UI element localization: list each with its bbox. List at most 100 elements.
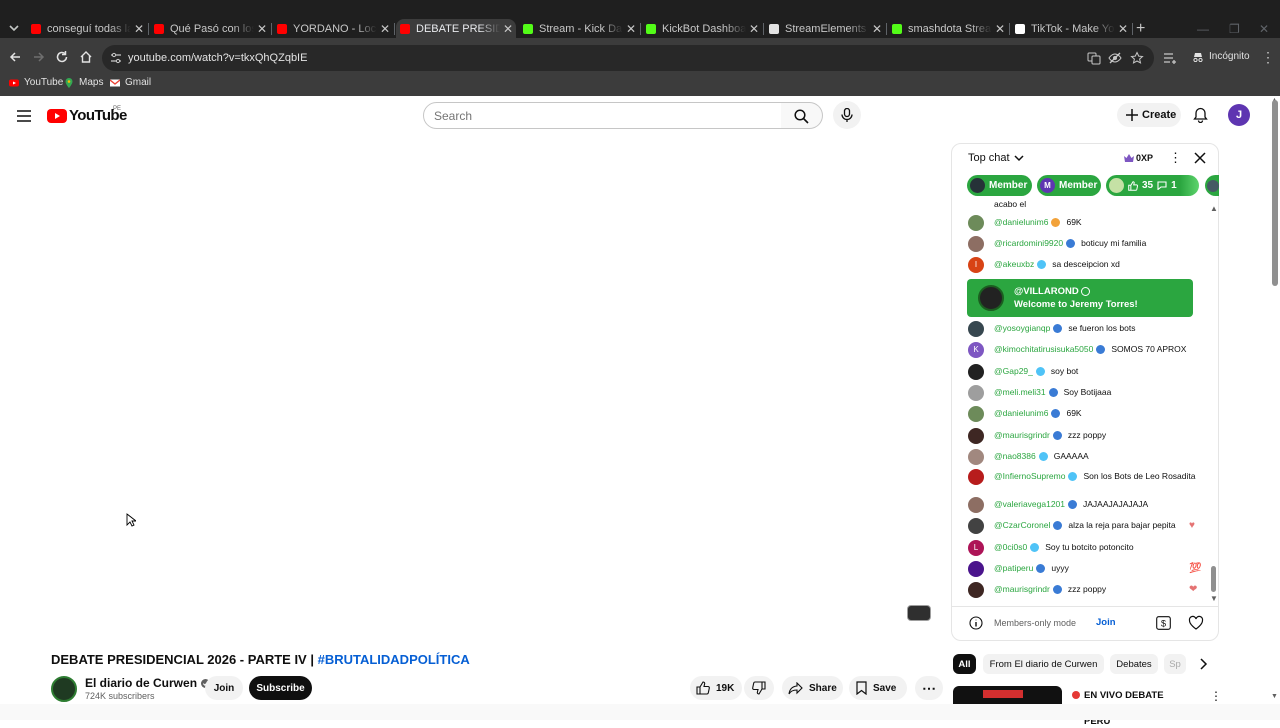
chat-avatar[interactable]: K: [968, 342, 984, 358]
browser-menu-icon[interactable]: ⋮: [1261, 50, 1275, 64]
video-player[interactable]: [0, 140, 940, 645]
browser-tab[interactable]: StreamElements - em✕: [765, 20, 887, 38]
chat-message[interactable]: I @akeuxbz sa desceipcion xd: [968, 257, 1208, 277]
info-icon[interactable]: [969, 616, 983, 630]
floating-channel-badge-icon[interactable]: [907, 605, 931, 621]
chat-author[interactable]: @CzarCoronel: [994, 520, 1050, 531]
chat-message[interactable]: @yosoygianqp se fueron los bots: [968, 321, 1208, 341]
chat-message[interactable]: @Gap29_ soy bot: [968, 364, 1208, 384]
like-button[interactable]: 19K: [690, 676, 742, 700]
tab-close-icon[interactable]: ✕: [746, 22, 762, 36]
close-window-icon[interactable]: ✕: [1259, 22, 1269, 36]
chat-avatar[interactable]: I: [968, 257, 984, 273]
search-input[interactable]: [423, 102, 782, 129]
tab-close-icon[interactable]: ✕: [377, 22, 393, 36]
chat-avatar[interactable]: [968, 406, 984, 422]
chat-author[interactable]: @meli.meli31: [994, 387, 1046, 398]
chat-author[interactable]: @maurisgrindr: [994, 584, 1050, 595]
browser-tab[interactable]: KickBot Dashboard✕: [642, 20, 764, 38]
bookmark-star-icon[interactable]: [1130, 51, 1144, 65]
chat-avatar[interactable]: [968, 582, 984, 598]
chat-author[interactable]: @kimochitatirusisuka5050: [994, 344, 1093, 355]
home-icon[interactable]: [79, 50, 93, 64]
members-join-link[interactable]: Join: [1096, 617, 1116, 628]
account-avatar[interactable]: J: [1228, 104, 1250, 126]
channel-avatar[interactable]: [51, 676, 77, 702]
chat-author[interactable]: @InfiernoSupremo: [994, 471, 1065, 482]
filter-chip-channel[interactable]: From El diario de Curwen: [983, 654, 1104, 674]
chat-author[interactable]: @danielunim6: [994, 408, 1048, 419]
tab-close-icon[interactable]: ✕: [131, 22, 147, 36]
chat-avatar[interactable]: [968, 428, 984, 444]
chat-author[interactable]: @0ci0s0: [994, 542, 1027, 553]
chat-avatar[interactable]: L: [968, 540, 984, 556]
chat-scroll-up-icon[interactable]: ▲: [1210, 204, 1218, 213]
bookmark-gmail[interactable]: Gmail: [110, 77, 151, 88]
chat-avatar[interactable]: [968, 364, 984, 380]
page-scrollbar[interactable]: [1272, 100, 1278, 286]
tab-close-icon[interactable]: ✕: [992, 22, 1008, 36]
browser-tab[interactable]: Stream - Kick Dashbo✕: [519, 20, 641, 38]
filter-chip-debates[interactable]: Debates: [1110, 654, 1158, 674]
chat-message[interactable]: @maurisgrindr zzz poppy: [968, 428, 1208, 448]
url-text[interactable]: youtube.com/watch?v=tkxQhQZqbIE: [128, 52, 307, 64]
subscribe-button[interactable]: Subscribe: [249, 676, 312, 700]
chat-message[interactable]: K @kimochitatirusisuka5050 SOMOS 70 APROX: [968, 342, 1208, 362]
eye-off-icon[interactable]: [1108, 51, 1122, 65]
minimize-icon[interactable]: —: [1197, 22, 1209, 36]
tab-close-icon[interactable]: ✕: [623, 22, 639, 36]
chat-message[interactable]: @InfiernoSupremo Son los Bots de Leo Rosa…: [968, 469, 1208, 489]
chat-message[interactable]: @maurisgrindr zzz poppy ❤: [968, 582, 1208, 602]
chat-author[interactable]: @nao8386: [994, 451, 1036, 462]
browser-tab[interactable]: TikTok - Make Your D✕: [1011, 20, 1133, 38]
chat-scroll-down-icon[interactable]: ▼: [1210, 594, 1218, 603]
tab-close-icon[interactable]: ✕: [1115, 22, 1131, 36]
chat-avatar[interactable]: [968, 518, 984, 534]
chat-author[interactable]: @akeuxbz: [994, 259, 1034, 270]
filter-chip-all[interactable]: All: [953, 654, 976, 674]
tab-search-icon[interactable]: [5, 19, 23, 37]
voice-search-button[interactable]: [833, 101, 861, 129]
browser-tab[interactable]: Qué Pasó con los PR✕: [150, 20, 272, 38]
reload-icon[interactable]: [55, 50, 69, 64]
menu-icon[interactable]: [17, 110, 31, 122]
engagement-chip[interactable]: 35 1: [1106, 175, 1199, 196]
chat-avatar[interactable]: [968, 497, 984, 513]
member-chip[interactable]: M Member: [1037, 175, 1101, 196]
chat-avatar[interactable]: [968, 561, 984, 577]
tab-close-icon[interactable]: ✕: [869, 22, 885, 36]
chat-message[interactable]: @valeriavega1201 JAJAAJAJAJAJA: [968, 497, 1208, 517]
super-chat-dollar-icon[interactable]: $: [1156, 616, 1171, 630]
chat-message[interactable]: @danielunim6 69K: [968, 406, 1208, 426]
chevron-right-icon[interactable]: [1197, 658, 1209, 670]
chat-message[interactable]: @patiperu uyyy 💯: [968, 561, 1208, 581]
dislike-button[interactable]: [744, 676, 774, 700]
reading-list-icon[interactable]: [1163, 51, 1177, 65]
chat-message[interactable]: @CzarCoronel alza la reja para bajar pepi…: [968, 518, 1208, 538]
search-button[interactable]: [781, 102, 823, 129]
back-icon[interactable]: [8, 50, 22, 64]
bookmark-youtube[interactable]: YouTube: [9, 77, 63, 88]
welcome-banner[interactable]: @VILLAROND Welcome to Jeremy Torres!: [967, 279, 1193, 317]
xp-indicator[interactable]: 0XP: [1124, 153, 1153, 163]
chat-author[interactable]: @patiperu: [994, 563, 1033, 574]
chat-message[interactable]: @nao8386 GAAAAA: [968, 449, 1208, 469]
join-button[interactable]: Join: [205, 676, 243, 700]
chat-author[interactable]: @yosoygianqp: [994, 323, 1050, 334]
maximize-icon[interactable]: ❐: [1229, 22, 1240, 36]
chat-avatar[interactable]: [968, 469, 984, 485]
forward-icon[interactable]: [32, 50, 46, 64]
chat-scrollbar[interactable]: [1211, 566, 1216, 592]
new-tab-button[interactable]: +: [1136, 21, 1145, 37]
chat-author[interactable]: @ricardomini9920: [994, 238, 1063, 249]
chat-avatar[interactable]: [968, 321, 984, 337]
browser-tab[interactable]: YORDANO - Loco ✕: [273, 20, 395, 38]
chat-author[interactable]: @Gap29_: [994, 366, 1033, 377]
heart-reaction-icon[interactable]: [1188, 615, 1204, 631]
chat-message[interactable]: L @0ci0s0 Soy tu botcito potoncito: [968, 540, 1208, 560]
filter-chip-partial[interactable]: Sp: [1164, 654, 1186, 674]
chat-message[interactable]: @meli.meli31 Soy Botijaaa: [968, 385, 1208, 405]
related-more-icon[interactable]: ⋮: [1210, 689, 1222, 703]
tab-close-icon[interactable]: ✕: [254, 22, 270, 36]
chat-avatar[interactable]: [968, 236, 984, 252]
